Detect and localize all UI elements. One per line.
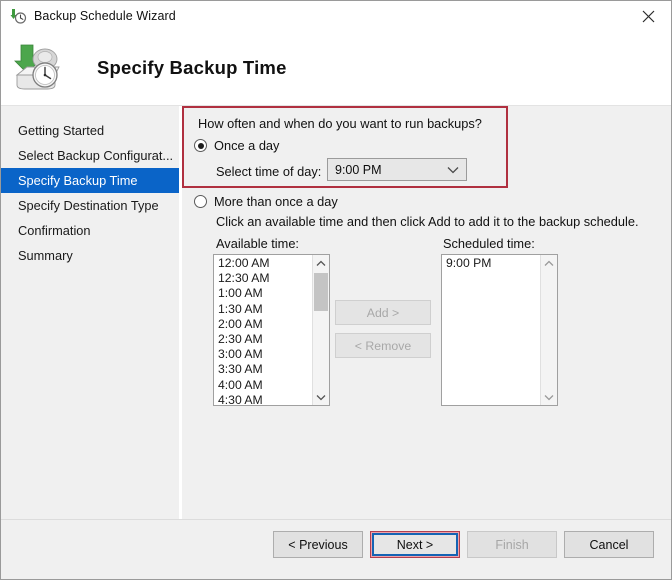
window-title: Backup Schedule Wizard	[34, 9, 176, 23]
time-of-day-dropdown[interactable]: 9:00 PM	[327, 158, 467, 181]
scheduled-time-items[interactable]: 9:00 PM	[442, 255, 540, 405]
list-item[interactable]: 12:00 AM	[214, 256, 312, 271]
backup-disk-clock-icon	[11, 43, 65, 93]
list-item[interactable]: 2:30 AM	[214, 332, 312, 347]
sidebar-item-summary[interactable]: Summary	[1, 243, 179, 268]
radio-more-than-once-a-day[interactable]: More than once a day	[194, 194, 338, 209]
available-time-listbox[interactable]: 12:00 AM 12:30 AM 1:00 AM 1:30 AM 2:00 A…	[213, 254, 330, 406]
list-item[interactable]: 3:30 AM	[214, 362, 312, 377]
next-button[interactable]: Next >	[370, 531, 460, 558]
list-item[interactable]: 1:00 AM	[214, 286, 312, 301]
close-icon[interactable]	[625, 1, 671, 31]
scheduled-time-label: Scheduled time:	[443, 236, 535, 251]
page-title: Specify Backup Time	[97, 57, 287, 78]
radio-once-a-day[interactable]: Once a day	[194, 138, 279, 153]
finish-button: Finish	[467, 531, 557, 558]
backup-clock-icon	[9, 7, 27, 25]
sidebar-item-specify-backup-time[interactable]: Specify Backup Time	[1, 168, 179, 193]
chevron-up-icon[interactable]	[313, 255, 329, 271]
available-scrollbar-track[interactable]	[313, 271, 329, 389]
radio-more-than-once-a-day-mark[interactable]	[194, 195, 207, 208]
time-of-day-value: 9:00 PM	[335, 162, 382, 177]
wizard-body: Getting Started Select Backup Configurat…	[1, 105, 671, 579]
wizard-content-panel: How often and when do you want to run ba…	[182, 106, 671, 579]
list-item[interactable]: 2:00 AM	[214, 317, 312, 332]
scheduled-time-listbox[interactable]: 9:00 PM	[441, 254, 558, 406]
add-button[interactable]: Add >	[335, 300, 431, 325]
backup-schedule-wizard-window: Backup Schedule Wizard Specify Backup Ti…	[0, 0, 672, 580]
available-scrollbar-thumb[interactable]	[314, 273, 328, 311]
sidebar-item-getting-started[interactable]: Getting Started	[1, 118, 179, 143]
available-time-items[interactable]: 12:00 AM 12:30 AM 1:00 AM 1:30 AM 2:00 A…	[214, 255, 312, 405]
cancel-button[interactable]: Cancel	[564, 531, 654, 558]
sidebar-item-confirmation[interactable]: Confirmation	[1, 218, 179, 243]
title-bar: Backup Schedule Wizard	[1, 1, 671, 31]
list-item[interactable]: 3:00 AM	[214, 347, 312, 362]
wizard-steps-sidebar: Getting Started Select Backup Configurat…	[1, 106, 179, 579]
frequency-question-label: How often and when do you want to run ba…	[198, 116, 482, 131]
scheduled-scrollbar-track[interactable]	[541, 271, 557, 389]
list-item[interactable]: 4:00 AM	[214, 378, 312, 393]
list-item[interactable]: 4:30 AM	[214, 393, 312, 405]
chevron-up-icon[interactable]	[541, 255, 557, 271]
chevron-down-icon[interactable]	[541, 389, 557, 405]
list-item[interactable]: 12:30 AM	[214, 271, 312, 286]
remove-button[interactable]: < Remove	[335, 333, 431, 358]
available-time-label: Available time:	[216, 236, 299, 251]
previous-button[interactable]: < Previous	[273, 531, 363, 558]
next-button-label: Next >	[372, 533, 458, 556]
footer-button-group: < Previous Next > Finish Cancel	[266, 531, 654, 558]
radio-more-than-once-a-day-label: More than once a day	[214, 194, 338, 209]
list-item[interactable]: 9:00 PM	[442, 256, 540, 271]
wizard-footer: < Previous Next > Finish Cancel	[1, 520, 671, 579]
sidebar-item-specify-destination-type[interactable]: Specify Destination Type	[1, 193, 179, 218]
radio-once-a-day-label: Once a day	[214, 138, 280, 153]
chevron-down-icon[interactable]	[440, 166, 466, 174]
scheduled-time-scrollbar[interactable]	[540, 255, 557, 405]
sidebar-item-select-backup-configuration[interactable]: Select Backup Configurat...	[1, 143, 179, 168]
add-time-hint: Click an available time and then click A…	[216, 214, 639, 229]
list-item[interactable]: 1:30 AM	[214, 302, 312, 317]
radio-once-a-day-mark[interactable]	[194, 139, 207, 152]
available-time-scrollbar[interactable]	[312, 255, 329, 405]
chevron-down-icon[interactable]	[313, 389, 329, 405]
select-time-of-day-label: Select time of day:	[216, 164, 322, 179]
page-header: Specify Backup Time	[1, 31, 671, 105]
